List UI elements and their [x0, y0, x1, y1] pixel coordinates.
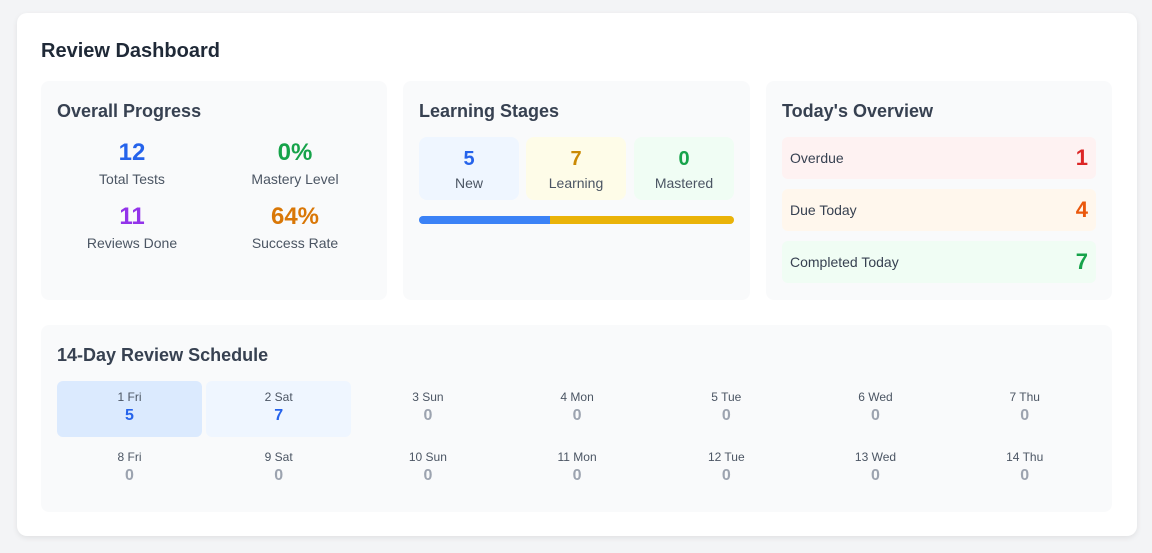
schedule-day-label: 7 Thu [1009, 390, 1040, 404]
schedule-day-label: 13 Wed [854, 450, 897, 464]
schedule-day-label: 14 Thu [1006, 450, 1044, 464]
stage-label: New [454, 175, 483, 191]
overview-value: 4 [1075, 197, 1088, 222]
card-title: Overall Progress [57, 101, 202, 121]
todays-overview-card: Today's Overview Overdue 1 Due Today 4 C… [766, 81, 1112, 300]
schedule-day-count: 0 [1020, 467, 1030, 484]
schedule-day: 8 Fri 0 [57, 441, 202, 497]
review-dashboard: Review Dashboard Overall Progress 12 Tot… [17, 13, 1137, 536]
card-title: Learning Stages [419, 101, 560, 121]
schedule-day-label: 2 Sat [264, 390, 293, 404]
overview-completed-today: Completed Today 7 [782, 241, 1096, 283]
stage-label: Mastered [654, 175, 714, 191]
stage-value: 5 [463, 148, 475, 170]
schedule-day: 6 Wed 0 [803, 381, 948, 437]
overview-label: Overdue [790, 150, 844, 166]
schedule-day-label: 11 Mon [557, 450, 597, 464]
schedule-day: 12 Tue 0 [654, 441, 799, 497]
learning-stages-card: Learning Stages 5 New 7 Learning 0 Maste… [403, 81, 750, 300]
schedule-day-label: 4 Mon [560, 390, 594, 404]
schedule-day-count: 0 [721, 467, 731, 484]
stat-label: Mastery Level [251, 171, 339, 187]
stage-bar-segment [419, 216, 551, 224]
overview-overdue: Overdue 1 [782, 137, 1096, 179]
schedule-day-label: 3 Sun [412, 390, 444, 404]
schedule-day-count: 0 [871, 407, 880, 424]
schedule-day: 10 Sun 0 [355, 441, 500, 497]
schedule-day-label: 8 Fri [117, 450, 142, 464]
stage-learning: 7 Learning [526, 137, 626, 200]
stat-label: Total Tests [99, 171, 165, 187]
stat-value: 64% [270, 203, 320, 230]
schedule-day: 2 Sat 7 [206, 381, 352, 437]
overview-label: Completed Today [790, 254, 899, 270]
overview-value: 1 [1075, 145, 1088, 170]
stage-value: 7 [570, 148, 582, 170]
stage-progress-bar [419, 216, 734, 224]
card-title: Today's Overview [782, 101, 934, 121]
overview-value: 7 [1075, 249, 1088, 274]
schedule-day-label: 1 Fri [117, 390, 142, 404]
schedule-day-count: 0 [721, 407, 731, 424]
schedule-day: 11 Mon 0 [505, 441, 650, 497]
page-title: Review Dashboard [41, 40, 220, 62]
review-schedule-card: 14-Day Review Schedule 1 Fri 5 2 Sat 7 3 Sun… [41, 325, 1112, 512]
schedule-day: 9 Sat 0 [206, 441, 351, 497]
schedule-day-label: 10 Sun [408, 450, 447, 464]
schedule-day-label: 6 Wed [858, 390, 893, 404]
schedule-day-count: 0 [1020, 407, 1030, 424]
schedule-day-label: 9 Sat [264, 450, 293, 464]
stat-success-rate: 64% Success Rate [220, 203, 370, 251]
schedule-day: 3 Sun 0 [355, 381, 500, 437]
stage-new: 5 New [419, 137, 519, 200]
schedule-day-label: 5 Tue [711, 390, 742, 404]
overall-progress-card: Overall Progress 12 Total Tests 0% Maste… [41, 81, 387, 300]
overview-label: Due Today [790, 202, 857, 218]
schedule-day: 14 Thu 0 [952, 441, 1097, 497]
stat-value: 11 [119, 203, 145, 230]
stat-value: 0% [277, 139, 313, 166]
stat-value: 12 [118, 139, 146, 166]
schedule-day: 7 Thu 0 [952, 381, 1097, 437]
schedule-day: 13 Wed 0 [803, 441, 948, 497]
schedule-day-count: 0 [871, 467, 880, 484]
stage-label: Learning [548, 175, 604, 191]
schedule-day-count: 0 [125, 467, 134, 484]
stat-label: Reviews Done [86, 235, 178, 251]
stage-bar-segment [550, 216, 734, 224]
schedule-day-count: 5 [125, 407, 134, 424]
schedule-day: 4 Mon 0 [505, 381, 650, 437]
schedule-day-count: 0 [274, 467, 284, 484]
stat-mastery-level: 0% Mastery Level [220, 139, 370, 187]
stage-value: 0 [678, 148, 690, 170]
schedule-day-count: 0 [572, 467, 582, 484]
schedule-day-count: 0 [423, 407, 433, 424]
stat-reviews-done: 11 Reviews Done [57, 203, 207, 251]
schedule-day: 5 Tue 0 [654, 381, 799, 437]
schedule-day-label: 12 Tue [707, 450, 745, 464]
stage-mastered: 0 Mastered [634, 137, 734, 200]
schedule-day-count: 7 [274, 407, 284, 424]
overview-due-today: Due Today 4 [782, 189, 1096, 231]
schedule-day-count: 0 [423, 467, 433, 484]
schedule-day: 1 Fri 5 [57, 381, 202, 437]
stat-label: Success Rate [251, 235, 339, 251]
schedule-day-count: 0 [572, 407, 582, 424]
stat-total-tests: 12 Total Tests [57, 139, 207, 187]
card-title: 14-Day Review Schedule [57, 345, 269, 365]
